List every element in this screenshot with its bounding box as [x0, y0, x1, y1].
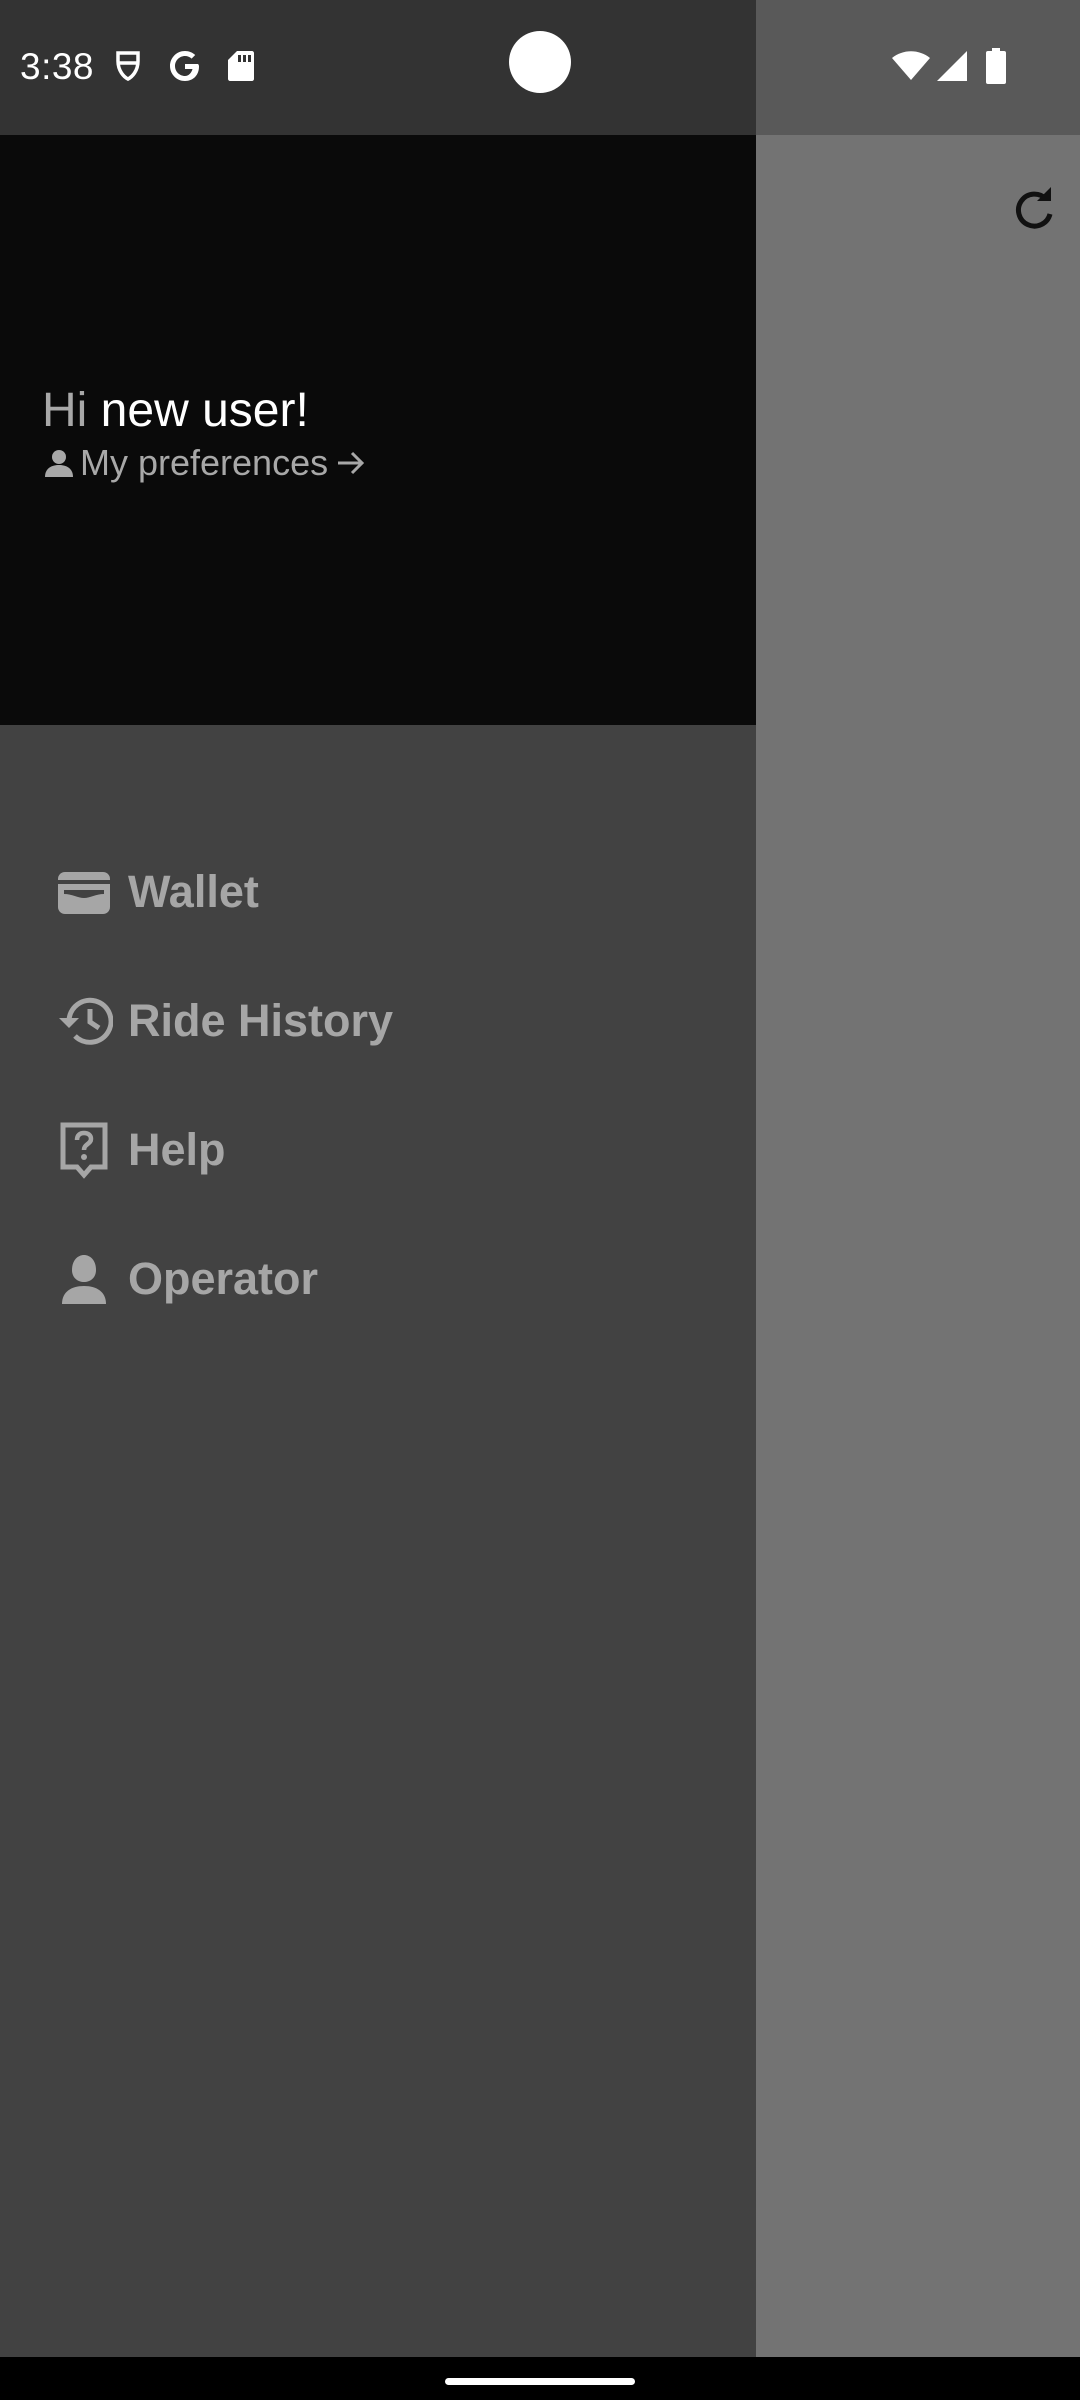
status-bar: 3:38	[0, 0, 1080, 135]
my-preferences-link[interactable]: My preferences	[42, 441, 368, 485]
greeting: Hi new user!	[42, 383, 309, 438]
greeting-hi: Hi	[42, 384, 88, 437]
arrow-right-icon	[338, 451, 365, 475]
wifi-icon	[890, 46, 932, 86]
menu-item-ride-history[interactable]: Ride History	[0, 966, 756, 1076]
navigation-drawer: Hi new user! My preferences Wallet Ride …	[0, 135, 756, 2357]
menu-item-operator[interactable]: Operator	[0, 1224, 756, 1334]
menu-item-help[interactable]: Help	[0, 1095, 756, 1205]
wallet-icon	[54, 862, 114, 922]
battery-icon	[984, 46, 1008, 86]
status-time: 3:38	[20, 46, 95, 87]
drawer-header: Hi new user! My preferences	[0, 135, 756, 725]
privacy-dashboard-icon	[112, 46, 144, 86]
refresh-icon	[1016, 187, 1053, 229]
person-icon	[45, 450, 73, 477]
operator-icon	[54, 1249, 114, 1309]
help-icon	[54, 1120, 114, 1180]
signal-icon	[934, 46, 970, 86]
sd-card-icon	[226, 46, 256, 86]
navigation-bar	[0, 2357, 1080, 2400]
menu-item-label: Help	[128, 1124, 226, 1175]
history-icon	[54, 991, 114, 1051]
screen: 3:38 Hi new user! My preferences Wallet …	[0, 0, 1080, 2400]
google-icon	[166, 46, 204, 86]
camera-cutout	[509, 31, 571, 93]
greeting-user-name: new user!	[100, 384, 309, 437]
menu-item-label: Wallet	[128, 866, 259, 917]
home-gesture-handle[interactable]	[445, 2378, 635, 2385]
menu-item-label: Ride History	[128, 995, 394, 1046]
menu-item-wallet[interactable]: Wallet	[0, 837, 756, 947]
menu-item-label: Operator	[128, 1253, 319, 1304]
refresh-button[interactable]	[1005, 180, 1065, 240]
my-preferences-label: My preferences	[80, 442, 329, 483]
